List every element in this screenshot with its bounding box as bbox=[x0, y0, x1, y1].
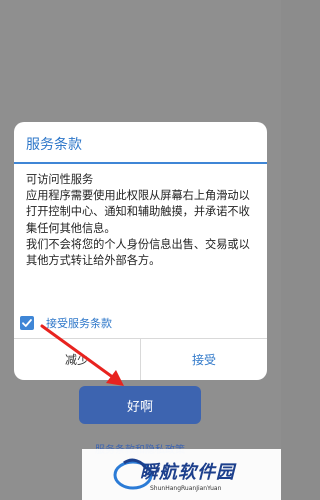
watermark-title: 瞬航软件园 bbox=[140, 462, 235, 483]
ok-button[interactable]: 好啊 bbox=[79, 386, 201, 424]
check-icon bbox=[22, 319, 32, 327]
accept-terms-row[interactable]: 接受服务条款 bbox=[20, 314, 112, 332]
decline-button[interactable]: 减少 bbox=[14, 339, 140, 380]
title-divider bbox=[14, 162, 267, 164]
watermark-subtitle: ShunHangRuanJianYuan bbox=[150, 485, 222, 492]
body-line-heading: 可访问性服务 bbox=[26, 173, 94, 186]
terms-dialog: 服务条款 可访问性服务 应用程序需要使用此权限从屏幕右上角滑动以打开控制中心、通… bbox=[14, 122, 267, 380]
accept-button[interactable]: 接受 bbox=[141, 339, 267, 380]
body-line-permission: 应用程序需要使用此权限从屏幕右上角滑动以打开控制中心、通知和辅助触摸，并承诺不收… bbox=[26, 189, 250, 235]
dialog-body: 可访问性服务 应用程序需要使用此权限从屏幕右上角滑动以打开控制中心、通知和辅助触… bbox=[26, 172, 258, 269]
dialog-title: 服务条款 bbox=[26, 137, 82, 153]
body-line-privacy: 我们不会将您的个人身份信息出售、交易或以其他方式转让给外部各方。 bbox=[26, 237, 250, 268]
accept-terms-checkbox[interactable] bbox=[20, 316, 34, 330]
accept-terms-label[interactable]: 接受服务条款 bbox=[46, 315, 112, 331]
site-watermark: 瞬航软件园 ShunHangRuanJianYuan bbox=[82, 449, 281, 500]
